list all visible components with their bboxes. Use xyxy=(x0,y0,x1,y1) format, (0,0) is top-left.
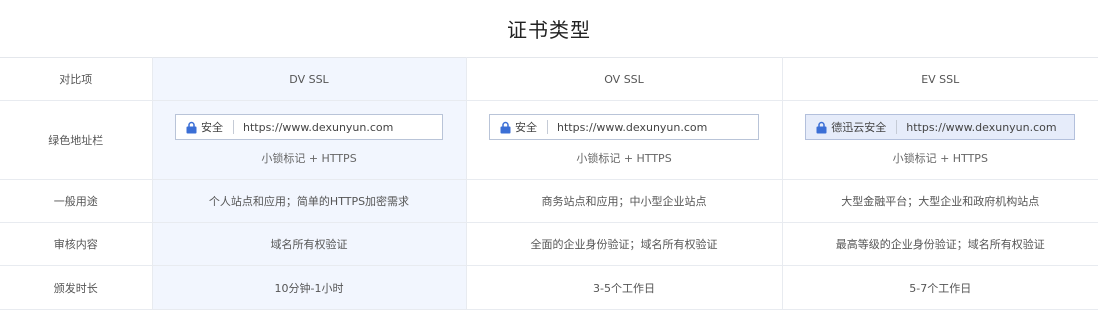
table-cell: 5-7个工作日 xyxy=(781,265,1098,310)
table-row: 审核内容 域名所有权验证 全面的企业身份验证；域名所有权验证 最高等级的企业身份… xyxy=(0,222,1098,266)
table-cell: 全面的企业身份验证；域名所有权验证 xyxy=(465,222,783,266)
table-cell: 域名所有权验证 xyxy=(151,222,467,266)
lock-icon xyxy=(186,121,197,134)
table-row: 一般用途 个人站点和应用；简单的HTTPS加密需求 商务站点和应用；中小型企业站… xyxy=(0,179,1098,223)
row-label: 颁发时长 xyxy=(0,265,153,310)
table-row: 绿色地址栏 安全 https://www.dexunyun.com 小锁标记 +… xyxy=(0,100,1098,180)
page-title: 证书类型 xyxy=(507,17,591,42)
row-label: 绿色地址栏 xyxy=(0,100,153,180)
lock-icon xyxy=(500,121,511,134)
address-cell-dv: 安全 https://www.dexunyun.com 小锁标记 + HTTPS xyxy=(151,100,467,180)
header-label: 对比项 xyxy=(0,57,153,101)
comparison-table: 对比项 DV SSL OV SSL EV SSL 绿色地址栏 安全 https:… xyxy=(0,57,1098,310)
url-text: https://www.dexunyun.com xyxy=(243,120,394,134)
table-cell: 10分钟-1小时 xyxy=(151,265,467,310)
security-badge: 德迅云安全 xyxy=(831,121,887,134)
column-header-ev: EV SSL xyxy=(781,57,1098,101)
browser-address-bar: 德迅云安全 https://www.dexunyun.com xyxy=(805,114,1076,140)
divider xyxy=(233,120,234,134)
browser-address-bar: 安全 https://www.dexunyun.com xyxy=(489,114,759,140)
table-cell: 3-5个工作日 xyxy=(465,265,783,310)
browser-address-bar: 安全 https://www.dexunyun.com xyxy=(175,114,443,140)
address-caption: 小锁标记 + HTTPS xyxy=(892,152,988,165)
address-caption: 小锁标记 + HTTPS xyxy=(261,152,357,165)
table-row: 颁发时长 10分钟-1小时 3-5个工作日 5-7个工作日 xyxy=(0,265,1098,310)
table-cell: 大型金融平台；大型企业和政府机构站点 xyxy=(781,179,1098,223)
address-caption: 小锁标记 + HTTPS xyxy=(576,152,672,165)
lock-icon xyxy=(816,121,827,134)
column-header-ov: OV SSL xyxy=(465,57,783,101)
divider xyxy=(896,120,898,134)
security-badge: 安全 xyxy=(515,121,537,134)
table-header-row: 对比项 DV SSL OV SSL EV SSL xyxy=(0,57,1098,101)
column-header-dv: DV SSL xyxy=(151,57,467,101)
row-label: 一般用途 xyxy=(0,179,153,223)
table-cell: 最高等级的企业身份验证；域名所有权验证 xyxy=(781,222,1098,266)
table-cell: 商务站点和应用；中小型企业站点 xyxy=(465,179,783,223)
table-cell: 个人站点和应用；简单的HTTPS加密需求 xyxy=(151,179,467,223)
address-cell-ov: 安全 https://www.dexunyun.com 小锁标记 + HTTPS xyxy=(465,100,783,180)
url-text: https://www.dexunyun.com xyxy=(557,120,708,134)
divider xyxy=(547,120,548,134)
security-badge: 安全 xyxy=(201,121,223,134)
address-cell-ev: 德迅云安全 https://www.dexunyun.com 小锁标记 + HT… xyxy=(781,100,1098,180)
url-text: https://www.dexunyun.com xyxy=(906,120,1057,134)
row-label: 审核内容 xyxy=(0,222,153,266)
